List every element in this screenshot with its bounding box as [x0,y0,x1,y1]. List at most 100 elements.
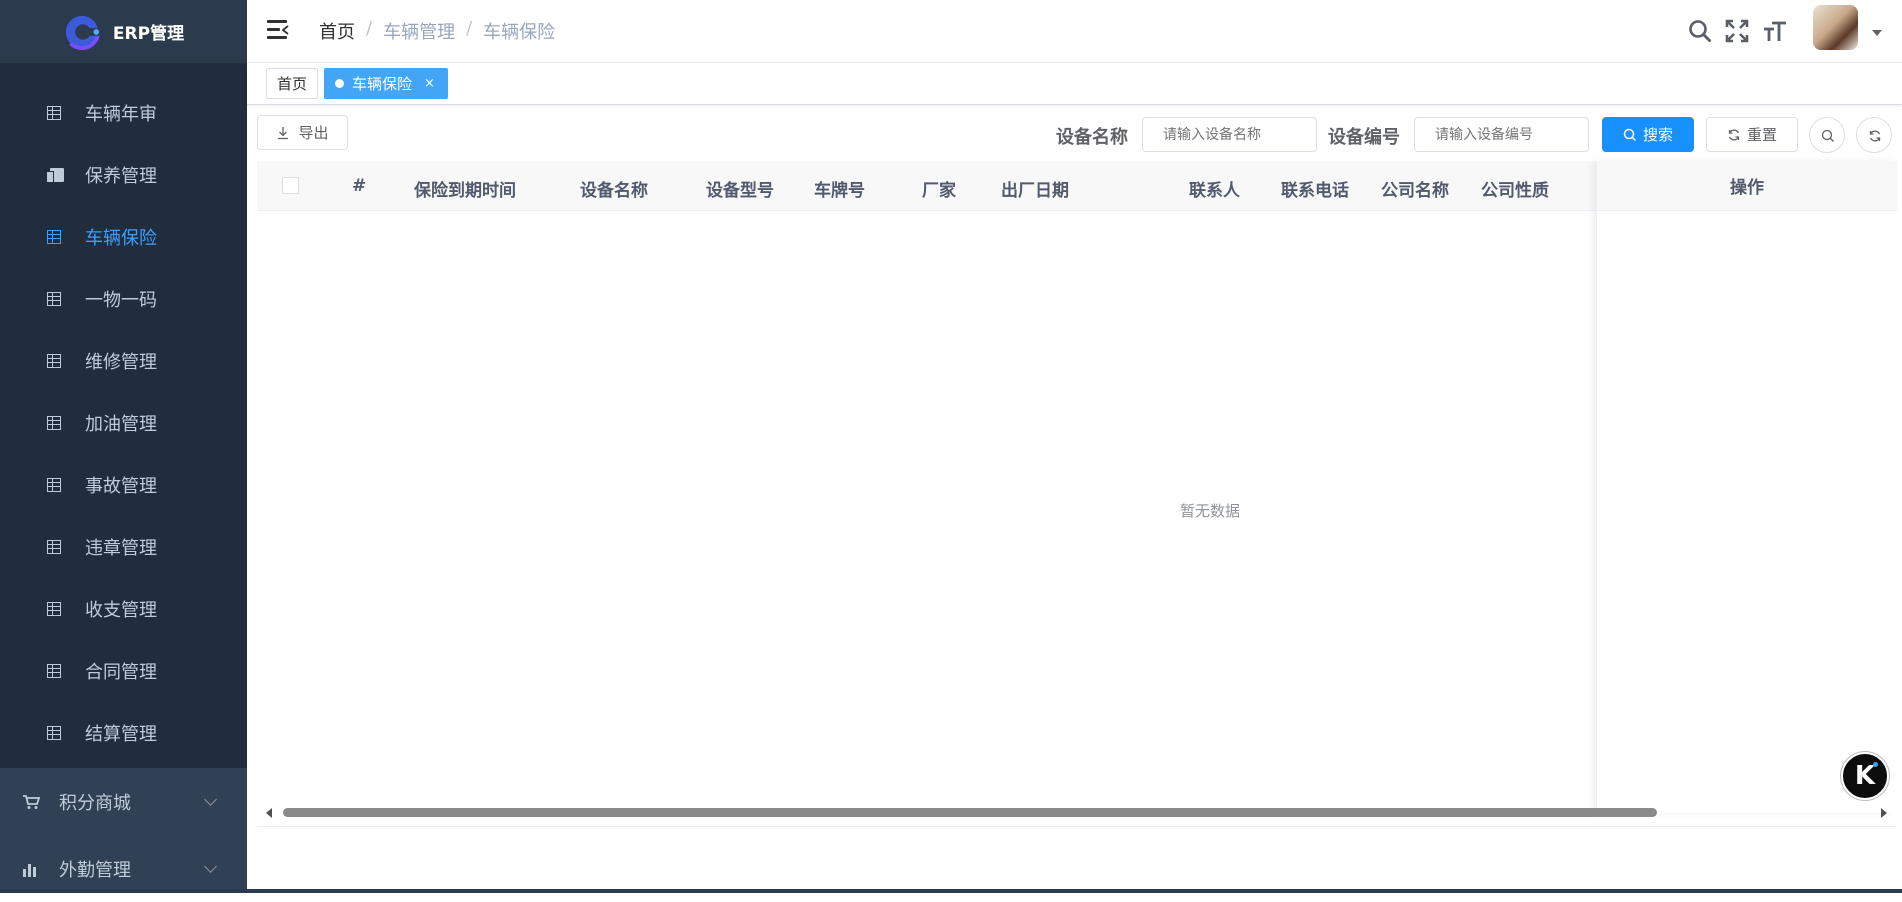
reset-button[interactable]: 重置 [1706,117,1798,152]
toggle-search-button[interactable] [1809,117,1845,153]
cart-icon [23,794,40,809]
breadcrumb-home[interactable]: 首页 [319,18,355,44]
table-icon [47,478,61,492]
font-size-icon[interactable] [1762,18,1788,44]
sidebar-item-label: 结算管理 [85,724,157,745]
sidebar-item-label: 加油管理 [85,414,157,435]
logo-area[interactable]: ERP管理 [0,0,247,63]
menu-toggle-icon[interactable] [267,20,289,40]
export-label: 导出 [298,124,329,142]
sidebar: ERP管理 车辆年审 保养管理 车辆保险 一物一码 维修管理 加油管理 事故管理… [0,0,247,893]
column-actions: 操作 [1597,161,1897,211]
chevron-down-icon [204,859,217,873]
floating-assistant-button[interactable]: K [1841,752,1889,800]
breadcrumb-vehicle-management: 车辆管理 [383,22,456,43]
sidebar-item-label: 保养管理 [85,166,157,187]
table-icon [47,664,61,678]
sidebar-group-label: 外勤管理 [59,859,131,881]
column-phone: 联系电话 [1281,181,1349,201]
scroll-left-arrow-icon[interactable] [266,808,272,818]
sidebar-item-label: 收支管理 [85,600,157,621]
sidebar-item-label: 事故管理 [85,476,157,497]
device-name-input[interactable] [1142,117,1317,152]
export-button[interactable]: 导出 [257,115,348,150]
column-company-name: 公司名称 [1381,181,1449,201]
table-icon [47,602,61,616]
table-icon [47,292,61,306]
column-company-type: 公司性质 [1481,181,1549,201]
column-insurance-expiry: 保险到期时间 [414,181,516,201]
fullscreen-icon[interactable] [1724,18,1750,44]
sidebar-item-label: 一物一码 [85,290,157,311]
tag-home[interactable]: 首页 [266,68,318,99]
column-production-date: 出厂日期 [1001,181,1069,201]
column-device-name: 设备名称 [580,181,648,201]
download-icon [278,126,289,139]
table-bottom-border [257,826,1897,827]
breadcrumb-separator: / [466,18,473,39]
search-button[interactable]: 搜索 [1602,117,1694,152]
sidebar-item-label: 车辆保险 [85,228,157,249]
sidebar-item-accident[interactable]: 事故管理 [0,454,247,516]
search-icon[interactable] [1687,18,1713,44]
tag-label: 车辆保险 [352,75,413,93]
documents-icon [46,168,64,183]
table-icon [47,416,61,430]
sidebar-item-vehicle-insurance[interactable]: 车辆保险 [0,206,247,268]
search-label: 搜索 [1642,126,1673,144]
avatar[interactable] [1813,5,1858,50]
floating-button-label: K [1854,761,1876,791]
search-icon [1821,129,1834,142]
column-manufacturer: 厂家 [922,181,956,201]
table-icon [47,540,61,554]
device-name-label: 设备名称 [1056,127,1128,148]
refresh-icon [1728,129,1740,140]
sidebar-item-fuel[interactable]: 加油管理 [0,392,247,454]
sidebar-item-contract[interactable]: 合同管理 [0,640,247,702]
sidebar-item-settlement[interactable]: 结算管理 [0,702,247,764]
refresh-icon [1869,130,1881,142]
sidebar-item-maintenance[interactable]: 保养管理 [0,144,247,206]
sidebar-item-violation[interactable]: 违章管理 [0,516,247,578]
sidebar-item-income-expense[interactable]: 收支管理 [0,578,247,640]
caret-down-icon[interactable] [1872,30,1882,36]
top-navbar: 首页 / 车辆管理 / 车辆保险 [247,0,1902,63]
fixed-actions-column: 操作 [1596,161,1897,813]
column-plate-number: 车牌号 [814,181,865,201]
scroll-right-arrow-icon[interactable] [1881,808,1887,818]
sidebar-item-repair[interactable]: 维修管理 [0,330,247,392]
reset-label: 重置 [1746,126,1777,144]
device-code-input[interactable] [1414,117,1589,152]
breadcrumb: 首页 / 车辆管理 / 车辆保险 [319,18,555,44]
scrollbar-thumb[interactable] [283,808,1657,817]
table-icon [47,726,61,740]
tags-view: 首页 车辆保险 × [247,63,1902,105]
tag-vehicle-insurance[interactable]: 车辆保险 × [324,68,448,99]
select-all-checkbox[interactable] [282,177,299,194]
bottom-edge [0,889,1902,893]
sidebar-group-points-mall[interactable]: 积分商城 [0,768,247,835]
breadcrumb-separator: / [366,18,373,39]
empty-state-text: 暂无数据 [1180,502,1241,520]
tag-label: 首页 [276,75,307,93]
sidebar-item-label: 维修管理 [85,352,157,373]
column-index: # [352,176,367,196]
sidebar-item-label: 违章管理 [85,538,157,559]
table-icon [47,230,61,244]
bar-chart-icon [23,863,36,877]
sidebar-item-label: 合同管理 [85,662,157,683]
horizontal-scrollbar[interactable] [257,805,1897,821]
sidebar-item-vehicle-inspection[interactable]: 车辆年审 [0,82,247,144]
close-icon[interactable]: × [424,76,435,91]
sidebar-group-label: 积分商城 [59,792,131,814]
device-code-label: 设备编号 [1328,127,1400,148]
refresh-table-button[interactable] [1856,117,1892,153]
column-device-model: 设备型号 [706,181,774,201]
active-dot-icon [335,79,344,88]
table-icon [47,106,61,120]
sidebar-item-one-code[interactable]: 一物一码 [0,268,247,330]
sidebar-submenu: 车辆年审 保养管理 车辆保险 一物一码 维修管理 加油管理 事故管理 违章管理 … [0,63,247,768]
column-contact: 联系人 [1189,181,1240,201]
logo-icon [63,13,101,50]
notification-dot [1873,762,1878,767]
